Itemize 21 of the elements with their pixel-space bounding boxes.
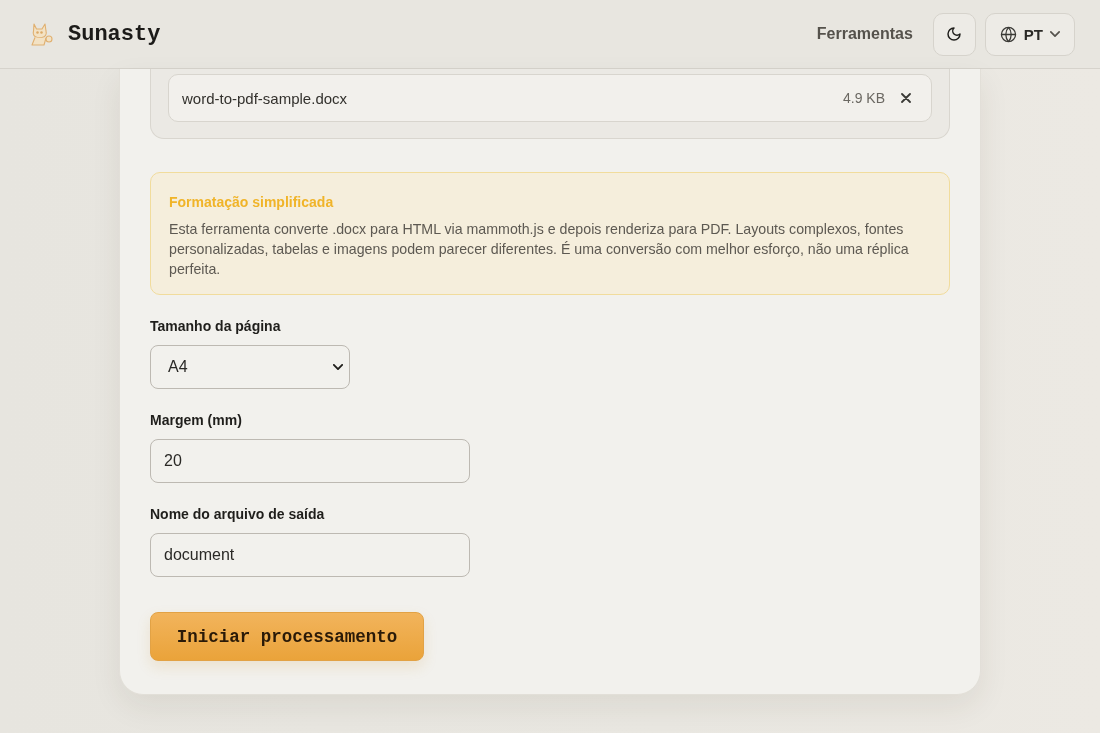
field-label: Margem (mm) bbox=[150, 412, 242, 428]
input-field[interactable]: document bbox=[150, 533, 470, 577]
file-size: 4.9 KB bbox=[842, 90, 885, 106]
language-button[interactable]: PT bbox=[984, 12, 1075, 56]
moon-icon bbox=[946, 26, 963, 42]
brand-name: Sunasty bbox=[68, 21, 161, 47]
file-name: word-to-pdf-sample.docx bbox=[182, 89, 349, 107]
chevron-down-icon bbox=[1050, 31, 1060, 37]
theme-toggle-button[interactable] bbox=[932, 12, 976, 56]
notice-title: Formatação simplificada bbox=[169, 194, 335, 210]
remove-file-button[interactable] bbox=[899, 91, 913, 105]
notice-text: Esta ferramenta converte .docx para HTML via mammoth.js e depois renderiza para PDF. Layouts complexos, fontes personalizadas, tabelas e imagens podem parecer diferentes. É uma conversão com melhor esforço, não uma réplica perfeita. bbox=[169, 220, 910, 279]
field-label: Nome do arquivo de saída bbox=[150, 506, 325, 522]
chevron-down-icon bbox=[333, 364, 343, 370]
input-field[interactable]: 20 bbox=[150, 439, 470, 483]
close-icon bbox=[901, 93, 911, 103]
globe-icon bbox=[999, 25, 1017, 43]
select-field[interactable]: A4 bbox=[150, 345, 350, 389]
start-processing-button[interactable]: Iniciar processamento bbox=[150, 612, 424, 661]
nav-link[interactable]: Ferramentas bbox=[816, 25, 913, 43]
field-label: Tamanho da página bbox=[150, 318, 281, 334]
